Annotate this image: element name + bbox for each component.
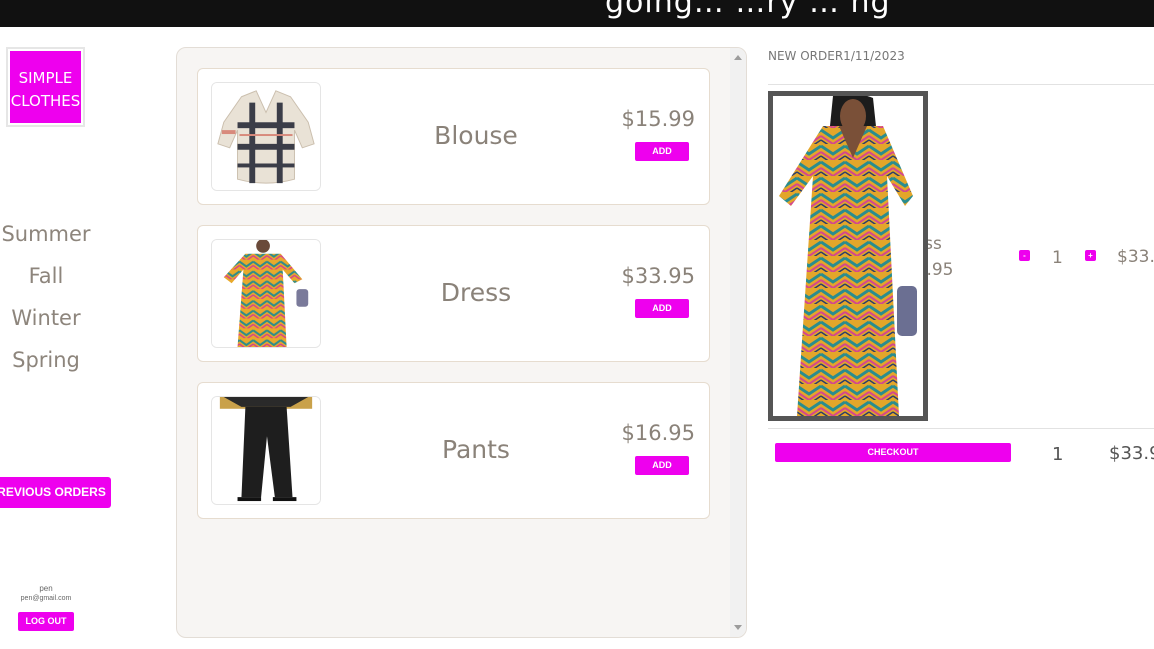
season-summer[interactable]: Summer (0, 222, 92, 246)
top-bar-text: going… …ry … ng (605, 0, 891, 20)
order-total-amount: $33.9 (1109, 443, 1154, 464)
season-spring[interactable]: Spring (0, 348, 92, 372)
add-blouse-button[interactable]: ADD (635, 142, 689, 161)
previous-orders-button[interactable]: REVIOUS ORDERS (0, 477, 111, 508)
order-divider (768, 84, 1154, 85)
decrease-quantity-button[interactable]: - (1019, 250, 1030, 261)
product-card-dress[interactable]: Dress $33.95 ADD (197, 225, 710, 362)
order-item-total: $33.9 (1117, 247, 1154, 267)
season-winter[interactable]: Winter (0, 306, 92, 330)
product-card-pants[interactable]: Pants $16.95 ADD (197, 382, 710, 519)
product-name: Dress (440, 278, 512, 307)
product-card-blouse[interactable]: Blouse $15.99 ADD (197, 68, 710, 205)
add-dress-button[interactable]: ADD (635, 299, 689, 318)
store-logo[interactable]: SIMPLE CLOTHES (6, 47, 85, 127)
logo-line-1: SIMPLE (18, 69, 73, 87)
pants-image (211, 396, 321, 505)
order-title: NEW ORDER1/11/2023 (768, 49, 905, 63)
season-fall[interactable]: Fall (0, 264, 92, 288)
logo-text: SIMPLE CLOTHES (10, 51, 81, 123)
logo-line-2: CLOTHES (10, 92, 81, 110)
product-name: Blouse (434, 121, 518, 150)
user-name: pen (39, 584, 53, 593)
user-email: pen@gmail.com (20, 595, 72, 602)
top-bar: going… …ry … ng (0, 0, 1154, 27)
dress-image (211, 239, 321, 348)
catalog-scrollbar[interactable] (730, 48, 746, 637)
order-item-image (768, 91, 928, 421)
logout-button[interactable]: LOG OUT (18, 612, 74, 631)
product-price: $15.99 (621, 107, 695, 131)
product-name: Pants (442, 435, 510, 464)
order-item-quantity: 1 (1052, 248, 1063, 268)
add-pants-button[interactable]: ADD (635, 456, 689, 475)
product-price: $16.95 (621, 421, 695, 445)
order-total-quantity: 1 (1052, 444, 1064, 465)
increase-quantity-button[interactable]: + (1085, 250, 1096, 261)
product-price: $33.95 (621, 264, 695, 288)
product-catalog[interactable]: Blouse $15.99 ADD Dress $33.95 ADD Pants… (176, 47, 747, 638)
scroll-down-arrow-icon[interactable] (734, 625, 742, 630)
checkout-button[interactable]: CHECKOUT (775, 443, 1011, 462)
scroll-up-arrow-icon[interactable] (734, 55, 742, 60)
order-divider (768, 428, 1154, 429)
blouse-image (211, 82, 321, 191)
